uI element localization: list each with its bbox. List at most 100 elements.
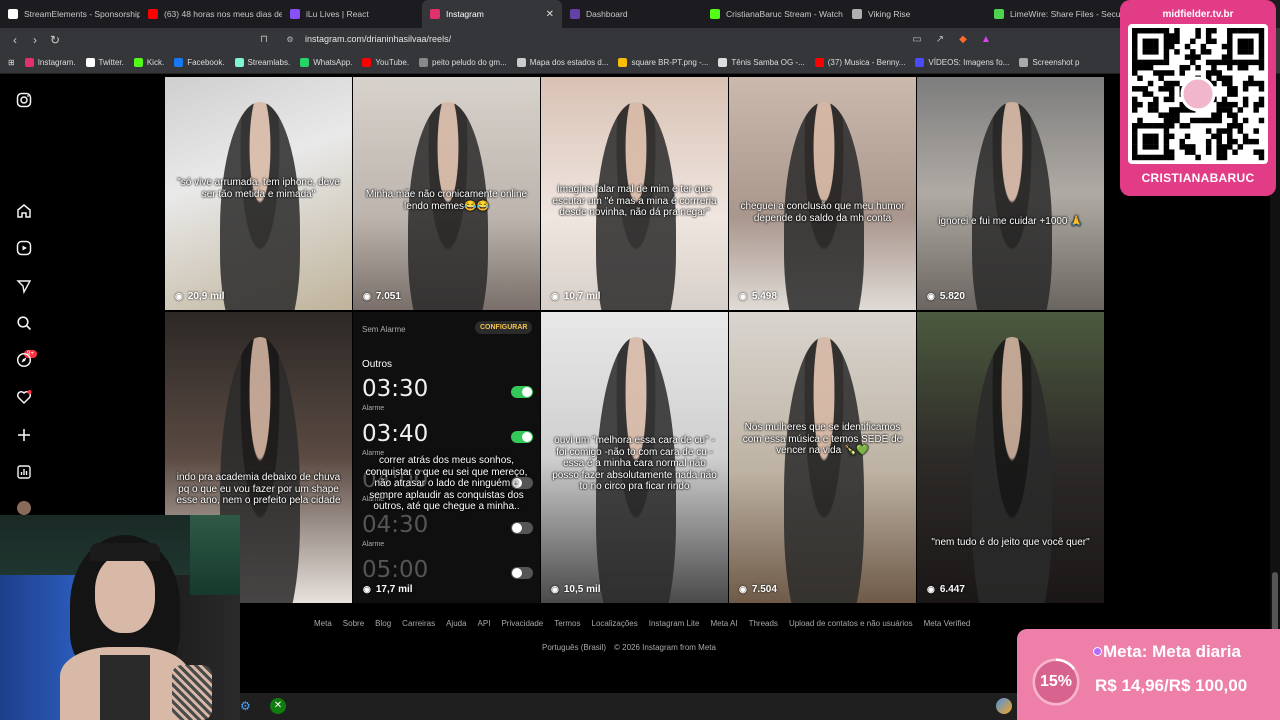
reel-person-figure <box>972 102 1052 310</box>
profile-avatar-icon[interactable] <box>17 501 31 515</box>
reload-icon[interactable]: ↻ <box>45 33 65 47</box>
brave-shield-icon[interactable]: ◆ <box>957 34 969 46</box>
explore-icon[interactable] <box>16 352 32 368</box>
bookmark-item[interactable]: Instagram. <box>20 58 81 67</box>
bookmark-item[interactable]: peito peludo do gm... <box>414 58 512 67</box>
reel-caption: Nós mulheres que se identificamos com es… <box>742 422 903 456</box>
reel-tile[interactable]: Minha mãe não cronicamente online lendo … <box>353 77 540 310</box>
bookmark-item[interactable]: Kick. <box>129 58 169 67</box>
footer-copyright: Português (Brasil) © 2026 Instagram from… <box>542 643 716 652</box>
browser-tab[interactable]: Dashboard <box>562 0 702 28</box>
bookmark-label: Facebook. <box>187 58 225 67</box>
tab-favicon-icon <box>290 9 300 19</box>
bookmark-favicon-icon <box>300 58 310 67</box>
home-icon[interactable] <box>16 203 32 219</box>
footer-link[interactable]: Meta AI <box>710 619 737 628</box>
footer-link[interactable]: Privacidade <box>501 619 543 628</box>
bookmark-item[interactable]: Tênis Samba OG -... <box>713 58 809 67</box>
bookmark-favicon-icon <box>174 58 184 67</box>
site-info-icon[interactable]: ⚙ <box>284 34 296 46</box>
views-eye-icon: ◉ <box>739 584 747 594</box>
reel-caption: "nem tudo é do jeito que você quer" <box>931 537 1090 548</box>
language-selector[interactable]: Português (Brasil) <box>542 643 606 652</box>
cast-icon[interactable]: ▭ <box>911 34 923 46</box>
notifications-heart-icon[interactable] <box>16 389 32 405</box>
bookmark-item[interactable]: square BR-PT.png -... <box>613 58 713 67</box>
create-icon[interactable] <box>16 427 32 443</box>
tab-strip: StreamElements - Sponsorship (63) 48 hora… <box>0 0 1280 28</box>
bookmark-item[interactable]: (37) Musica - Benny... <box>810 58 911 67</box>
bookmark-item[interactable]: Streamlabs. <box>230 58 296 67</box>
rewards-icon[interactable]: ▲ <box>980 34 992 46</box>
reel-tile[interactable]: Sem Alarme CONFIGURAR Outros 03:30 Alarme 03:… <box>353 312 540 603</box>
reel-caption: cheguei a conclusão que meu humor depend… <box>740 201 905 224</box>
bookmark-favicon-icon <box>234 58 244 67</box>
xbox-icon[interactable]: ✕ <box>270 698 286 714</box>
instagram-logo-icon[interactable] <box>16 92 32 108</box>
footer-link[interactable]: Localizações <box>592 619 638 628</box>
footer-link[interactable]: Meta <box>314 619 332 628</box>
alarm-header-label: Sem Alarme <box>362 325 406 334</box>
footer-link[interactable]: Meta Verified <box>924 619 971 628</box>
reel-caption: Minha mãe não cronicamente online lendo … <box>365 189 528 212</box>
tab-favicon-icon <box>8 9 18 19</box>
reel-tile[interactable]: ouvi um "melhora essa cara de cu" -foi c… <box>541 312 728 603</box>
reels-icon[interactable] <box>16 240 32 256</box>
tab-label: Dashboard <box>586 9 628 19</box>
bookmark-item[interactable]: YouTube. <box>357 58 414 67</box>
back-icon[interactable]: ‹ <box>5 33 25 47</box>
search-icon[interactable] <box>16 315 32 331</box>
footer-link[interactable]: API <box>478 619 491 628</box>
bookmarks-bar: ⊞ Instagram. Twitter. Kick. Facebook. Stream… <box>0 52 1280 74</box>
bookmark-item[interactable]: Screenshot p <box>1014 58 1084 67</box>
background-plants <box>190 515 240 595</box>
reel-caption: ignorei e fui me cuidar +1000 🙏 <box>938 216 1083 227</box>
share-icon[interactable]: ↗ <box>934 34 946 46</box>
browser-tab[interactable]: Viking Rise <box>844 0 986 28</box>
footer-link[interactable]: Carreiras <box>402 619 435 628</box>
browser-tab[interactable]: iLu Lives | React <box>282 0 422 28</box>
reel-tile[interactable]: "nem tudo é do jeito que você quer" ◉ 6.44… <box>917 312 1104 603</box>
footer-link[interactable]: Upload de contatos e não usuários <box>789 619 913 628</box>
footer-link[interactable]: Sobre <box>343 619 364 628</box>
bookmark-favicon-icon <box>362 58 372 67</box>
bookmark-item[interactable]: Facebook. <box>169 58 229 67</box>
views-number: 10,7 mil <box>563 291 601 302</box>
views-number: 5.820 <box>939 291 965 302</box>
views-eye-icon: ◉ <box>551 291 559 301</box>
footer-link[interactable]: Instagram Lite <box>649 619 700 628</box>
footer-link[interactable]: Threads <box>749 619 778 628</box>
reel-tile[interactable]: Nós mulheres que se identificamos com es… <box>729 312 916 603</box>
reel-tile[interactable]: ignorei e fui me cuidar +1000 🙏 ◉ 5.820 <box>917 77 1104 310</box>
reel-tile[interactable]: "só vive arrumada, tem iphone, deve ser … <box>165 77 352 310</box>
browser-tab[interactable]: (63) 48 horas nos meus dias de <box>140 0 282 28</box>
browser-tab[interactable]: CristianaBaruc Stream - Watch <box>702 0 844 28</box>
bookmark-favicon-icon <box>718 58 728 67</box>
browser-tab[interactable]: Instagram ✕ <box>422 0 562 28</box>
reel-tile[interactable]: cheguei a conclusão que meu humor depend… <box>729 77 916 310</box>
streamer-face <box>95 555 155 633</box>
reel-tile[interactable]: imagina falar mal de mim e ter que escut… <box>541 77 728 310</box>
taskbar-app-icon[interactable]: ⚙ <box>240 699 251 713</box>
dashboard-icon[interactable] <box>16 464 32 480</box>
messages-icon[interactable] <box>16 278 32 295</box>
bookmark-item[interactable]: WhatsApp. <box>295 58 357 67</box>
tab-label: Viking Rise <box>868 9 911 19</box>
forward-icon[interactable]: › <box>25 33 45 47</box>
bookmark-icon[interactable]: ⊓ <box>258 34 270 46</box>
footer-link[interactable]: Termos <box>554 619 580 628</box>
browser-taskbar-icon[interactable] <box>996 698 1012 714</box>
footer-link[interactable]: Blog <box>375 619 391 628</box>
bookmark-item[interactable]: Twitter. <box>81 58 129 67</box>
apps-icon[interactable]: ⊞ <box>0 58 20 67</box>
footer-link[interactable]: Ajuda <box>446 619 466 628</box>
bookmark-favicon-icon <box>915 58 925 67</box>
bookmark-item[interactable]: VÍDEOS: Imagens fo... <box>910 58 1014 67</box>
reel-view-count: ◉ 10,5 mil <box>551 584 601 595</box>
bookmark-favicon-icon <box>24 58 34 67</box>
browser-tab[interactable]: StreamElements - Sponsorship <box>0 0 140 28</box>
qr-code-overlay: midfielder.tv.br CRISTIANABARUC <box>1120 0 1276 196</box>
tab-close-icon[interactable]: ✕ <box>546 9 554 20</box>
bookmark-item[interactable]: Mapa dos estados d... <box>512 58 614 67</box>
url-field[interactable]: instagram.com/drianinhasilvaa/reels/ <box>305 34 451 44</box>
